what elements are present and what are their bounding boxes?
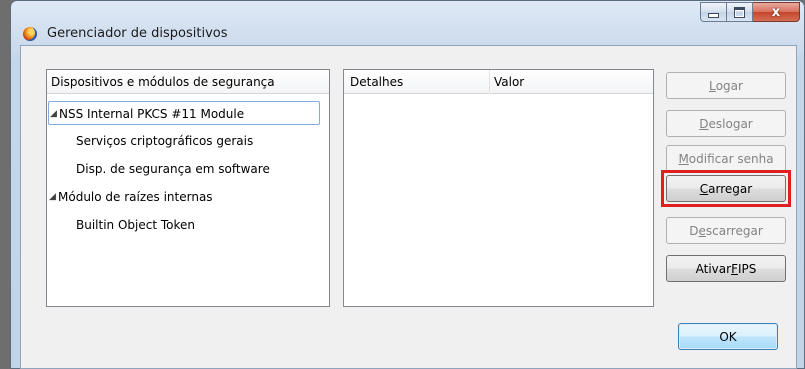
column-label: Valor — [494, 75, 525, 89]
details-list[interactable]: Detalhes Valor — [343, 69, 654, 307]
dialog-window: Gerenciador de dispositivos x Dispositiv… — [10, 0, 805, 369]
button-label-post: ogar — [715, 78, 743, 93]
column-label: Detalhes — [350, 75, 404, 89]
modificar-senha-button[interactable]: Modificar senha — [666, 145, 786, 172]
button-accel: L — [709, 78, 716, 93]
caption-buttons: x — [700, 2, 800, 22]
maximize-button[interactable] — [727, 2, 753, 22]
close-button[interactable]: x — [753, 2, 800, 22]
tree-item-nss-internal[interactable]: ◢ NSS Internal PKCS #11 Module — [48, 101, 320, 125]
column-header-valor[interactable]: Valor — [490, 70, 653, 94]
tree-item-label: NSS Internal PKCS #11 Module — [59, 107, 245, 121]
window-title: Gerenciador de dispositivos — [47, 26, 228, 41]
button-label-post: scarregar — [705, 223, 763, 238]
column-header-detalhes[interactable]: Detalhes — [344, 70, 489, 94]
button-accel: M — [678, 151, 689, 166]
button-label-post: IPS — [737, 261, 757, 276]
descarregar-button[interactable]: De scarregar — [666, 217, 786, 244]
ok-button[interactable]: OK — [678, 323, 778, 350]
maximize-icon — [734, 6, 745, 18]
tree-header-label: Dispositivos e módulos de segurança — [51, 75, 275, 89]
tree-item-label: Serviços criptográficos gerais — [76, 134, 254, 148]
button-accel: D — [699, 116, 709, 131]
ativar-fips-button[interactable]: Ativar F IPS — [666, 255, 786, 282]
carregar-highlight-box — [661, 170, 791, 207]
minimize-button[interactable] — [700, 2, 727, 22]
logar-button[interactable]: Logar — [666, 72, 786, 99]
tree-column-header[interactable]: Dispositivos e módulos de segurança — [47, 70, 329, 94]
expander-expanded-icon[interactable]: ◢ — [50, 102, 57, 126]
button-label-post: eslogar — [708, 116, 753, 131]
button-accel: F — [731, 261, 738, 276]
devices-tree[interactable]: Dispositivos e módulos de segurança ◢ NS… — [46, 69, 330, 307]
deslogar-button[interactable]: Deslogar — [666, 110, 786, 137]
minimize-icon — [708, 12, 719, 18]
dialog-client-area: Dispositivos e módulos de segurança ◢ NS… — [20, 45, 797, 369]
button-label-pre: D — [689, 223, 699, 238]
button-label-post: OK — [719, 329, 737, 344]
button-accel: e — [698, 223, 706, 238]
close-icon: x — [771, 4, 781, 20]
expander-expanded-icon[interactable]: ◢ — [49, 185, 56, 209]
tree-item-label: Builtin Object Token — [76, 218, 196, 232]
title-bar[interactable]: Gerenciador de dispositivos x — [11, 1, 804, 41]
button-label-post: odificar senha — [688, 151, 774, 166]
tree-item-label: Módulo de raízes internas — [58, 190, 213, 204]
firefox-app-icon — [23, 27, 37, 41]
tree-item-label: Disp. de segurança em software — [76, 162, 270, 176]
button-label-pre: Ativar — [695, 261, 732, 276]
